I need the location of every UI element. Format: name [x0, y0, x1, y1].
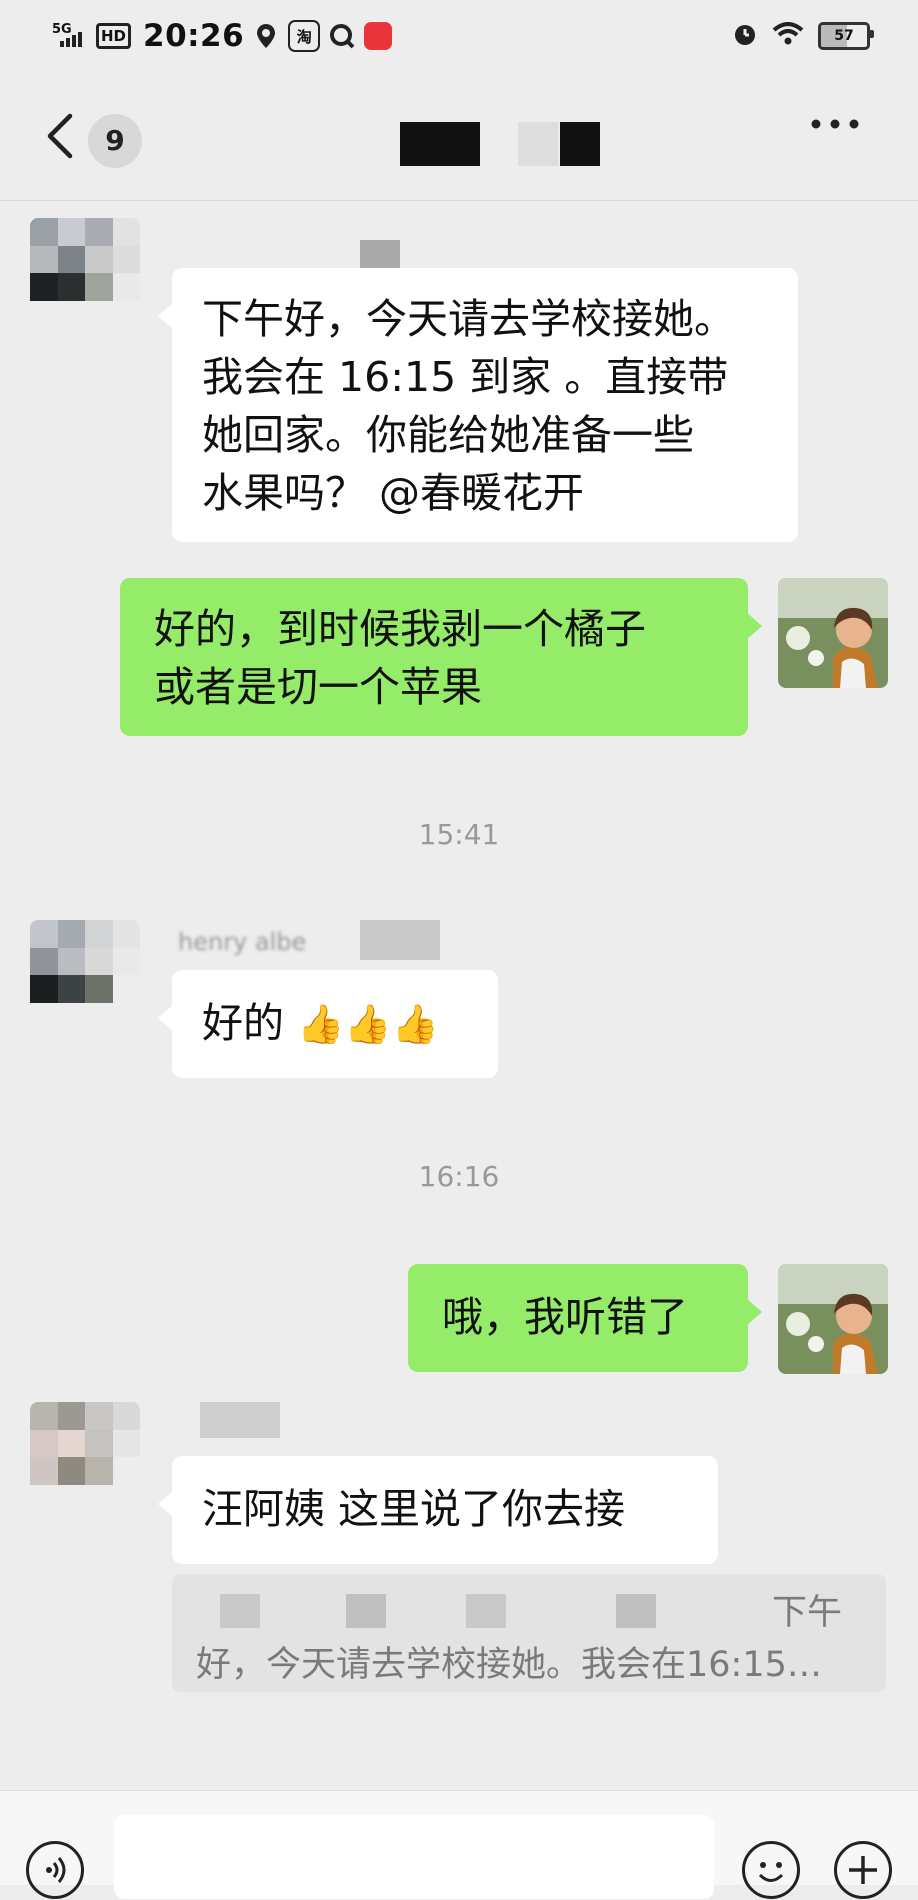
message-line: 下午好，今天请去学校接她。: [202, 295, 735, 343]
status-bar: 5G HD 20:26 淘 57: [0, 0, 918, 70]
status-right: 57: [732, 20, 874, 52]
signal-icon: 5G: [52, 19, 86, 53]
message-bubble[interactable]: 好的 👍👍👍: [158, 970, 498, 1078]
sender-name: henry albe: [178, 928, 307, 956]
thumbs-up-emoji: 👍👍👍: [297, 1002, 439, 1046]
hd-badge: HD: [96, 23, 132, 49]
timestamp: 15:41: [418, 818, 500, 851]
message-line: 或者是切一个苹果: [154, 663, 482, 711]
status-time: 20:26: [143, 18, 245, 54]
message-text: 好的: [202, 999, 284, 1047]
message-bubble[interactable]: 下午好，今天请去学校接她。 我会在 16:15 到家 。直接带 她回家。你能给她…: [158, 268, 798, 542]
message-bubble[interactable]: 汪阿姨 这里说了你去接: [158, 1456, 718, 1564]
my-avatar[interactable]: [778, 578, 888, 688]
message-line: 我会在 16:15 到家 。直接带: [202, 353, 729, 401]
red-app-icon: [364, 22, 393, 50]
voice-icon[interactable]: [26, 1841, 84, 1899]
sender-name-redacted: [200, 1402, 280, 1438]
input-bar: [0, 1790, 918, 1899]
timestamp: 16:16: [418, 1160, 500, 1193]
redacted-block: [466, 1594, 506, 1628]
sender-name-redacted: [360, 920, 440, 960]
alarm-icon: [732, 21, 758, 51]
message-bubble[interactable]: 哦，我听错了: [408, 1264, 762, 1372]
plus-icon[interactable]: [834, 1841, 892, 1899]
battery-level: 57: [834, 28, 854, 44]
avatar[interactable]: [30, 1402, 140, 1512]
redacted-block: [346, 1594, 386, 1628]
unread-count-badge[interactable]: 9: [88, 114, 142, 168]
back-arrow-icon[interactable]: [40, 112, 80, 160]
wifi-icon: [772, 22, 804, 50]
my-avatar[interactable]: [778, 1264, 888, 1374]
location-icon: [252, 22, 280, 50]
chat-header: 9: [0, 70, 918, 201]
taobao-label: 淘: [296, 27, 312, 46]
message-line: 好的，到时候我剥一个橘子: [154, 605, 646, 653]
message-input[interactable]: [114, 1815, 714, 1899]
battery-icon: 57: [818, 22, 874, 50]
redacted-block: [616, 1594, 656, 1628]
status-left: 5G HD 20:26 淘: [52, 14, 393, 58]
more-dots-icon[interactable]: [810, 115, 860, 134]
avatar[interactable]: [30, 218, 140, 328]
search-app-icon: [328, 22, 356, 50]
message-line: 水果吗？ @春暖花开: [202, 469, 585, 517]
message-line: 她回家。你能给她准备一些: [202, 411, 694, 459]
avatar[interactable]: [30, 920, 140, 1030]
quoted-message[interactable]: 下午 好，今天请去学校接她。我会在16:15…: [172, 1574, 886, 1692]
taobao-icon: 淘: [288, 20, 321, 52]
message-text: 哦，我听错了: [442, 1293, 688, 1341]
quote-text: 好，今天请去学校接她。我会在16:15…: [196, 1645, 822, 1685]
chat-title-redacted: [278, 122, 638, 166]
redacted-block: [220, 1594, 260, 1628]
quote-text: 下午: [771, 1593, 842, 1633]
message-bubble[interactable]: 好的，到时候我剥一个橘子 或者是切一个苹果: [120, 578, 762, 736]
message-text: 汪阿姨 这里说了你去接: [202, 1485, 626, 1533]
emoji-icon[interactable]: [742, 1841, 800, 1899]
